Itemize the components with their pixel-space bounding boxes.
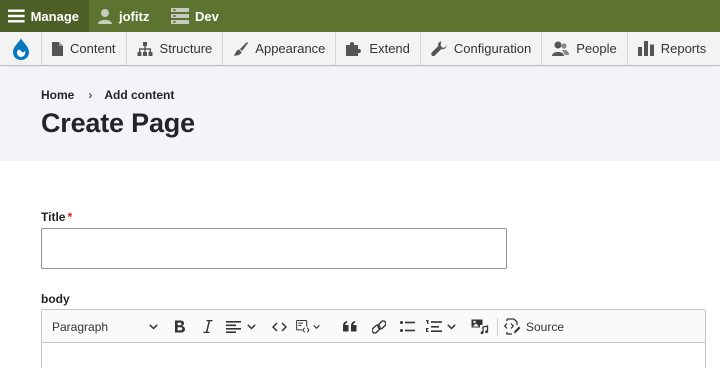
paintbrush-icon xyxy=(233,42,249,56)
italic-button[interactable] xyxy=(196,310,220,343)
tray-item-label: Extend xyxy=(369,41,410,56)
code-block-button[interactable] xyxy=(296,310,320,343)
tray-item-appearance[interactable]: Appearance xyxy=(223,32,337,65)
tray-item-label: People xyxy=(576,41,617,56)
admin-toolbar: Manage jofitz Dev xyxy=(0,0,720,32)
chevron-down-icon xyxy=(447,323,456,330)
tray-item-label: Configuration xyxy=(453,41,532,56)
align-left-icon xyxy=(226,320,241,333)
environment-label: Dev xyxy=(195,8,219,24)
chevron-down-icon xyxy=(149,323,158,330)
tray-item-content[interactable]: Content xyxy=(42,32,127,65)
editor-toolbar: Paragraph Source xyxy=(42,310,705,343)
body-field-label: body xyxy=(41,292,70,306)
heading-dropdown[interactable]: Paragraph xyxy=(52,310,160,343)
breadcrumb-home-link[interactable]: Home xyxy=(41,88,74,102)
page-header: Home › Add content Create Page xyxy=(0,67,720,161)
user-icon xyxy=(98,9,112,24)
required-marker: * xyxy=(67,210,73,224)
sitemap-icon xyxy=(137,41,153,56)
toolbar-separator xyxy=(497,318,498,336)
bar-chart-icon xyxy=(637,41,654,56)
media-icon xyxy=(471,319,489,334)
server-icon xyxy=(171,8,189,24)
code-icon xyxy=(271,321,287,332)
page-title: Create Page xyxy=(41,108,195,138)
breadcrumb-separator: › xyxy=(88,88,93,102)
breadcrumb-add-content-link[interactable]: Add content xyxy=(104,88,174,102)
bold-icon xyxy=(175,320,185,333)
wrench-icon xyxy=(431,41,447,56)
source-edit-icon xyxy=(504,318,521,335)
tray-item-configuration[interactable]: Configuration xyxy=(421,32,543,65)
code-block-icon xyxy=(296,320,310,333)
bulleted-list-icon xyxy=(399,321,415,332)
user-menu-button[interactable]: jofitz xyxy=(89,0,163,32)
chevron-down-icon xyxy=(247,323,256,330)
tray-item-extend[interactable]: Extend xyxy=(336,32,421,65)
link-icon xyxy=(372,319,386,334)
user-label: jofitz xyxy=(119,8,150,24)
source-label: Source xyxy=(526,319,565,334)
title-field-label: Title * xyxy=(41,210,72,224)
chevron-down-icon xyxy=(313,324,320,329)
quote-icon xyxy=(343,321,357,332)
code-button[interactable] xyxy=(268,310,290,343)
bulleted-list-button[interactable] xyxy=(396,310,418,343)
numbered-list-icon xyxy=(426,320,442,332)
block-quote-button[interactable] xyxy=(340,310,360,343)
hamburger-icon xyxy=(8,9,25,23)
body-editor-content[interactable] xyxy=(42,343,705,368)
heading-dropdown-label: Paragraph xyxy=(52,319,109,334)
drupal-drop-icon xyxy=(12,37,29,60)
link-button[interactable] xyxy=(368,310,390,343)
drupal-logo-link[interactable] xyxy=(0,32,42,65)
manage-label: Manage xyxy=(30,8,79,24)
puzzle-icon xyxy=(346,42,362,56)
italic-icon xyxy=(203,320,213,333)
alignment-dropdown[interactable] xyxy=(226,310,264,343)
people-icon xyxy=(552,41,570,56)
body-editor: Paragraph Source xyxy=(41,309,706,368)
numbered-list-dropdown[interactable] xyxy=(426,310,464,343)
insert-media-button[interactable] xyxy=(468,310,492,343)
tray-item-people[interactable]: People xyxy=(542,32,628,65)
file-icon xyxy=(52,41,63,56)
source-button[interactable]: Source xyxy=(504,310,570,343)
title-input[interactable] xyxy=(41,228,507,269)
tray-item-label: Structure xyxy=(159,41,213,56)
breadcrumb: Home › Add content xyxy=(41,88,174,102)
tray-item-label: Reports xyxy=(660,41,707,56)
tray-item-reports[interactable]: Reports xyxy=(628,32,717,65)
tray-item-label: Appearance xyxy=(255,41,326,56)
admin-tray: Content Structure Appearance Extend Conf… xyxy=(0,32,720,66)
bold-button[interactable] xyxy=(168,310,192,343)
environment-indicator[interactable]: Dev xyxy=(163,0,229,32)
title-label-text: Title xyxy=(41,210,66,224)
tray-item-label: Content xyxy=(70,41,116,56)
tray-item-structure[interactable]: Structure xyxy=(127,32,224,65)
manage-menu-button[interactable]: Manage xyxy=(0,0,89,32)
